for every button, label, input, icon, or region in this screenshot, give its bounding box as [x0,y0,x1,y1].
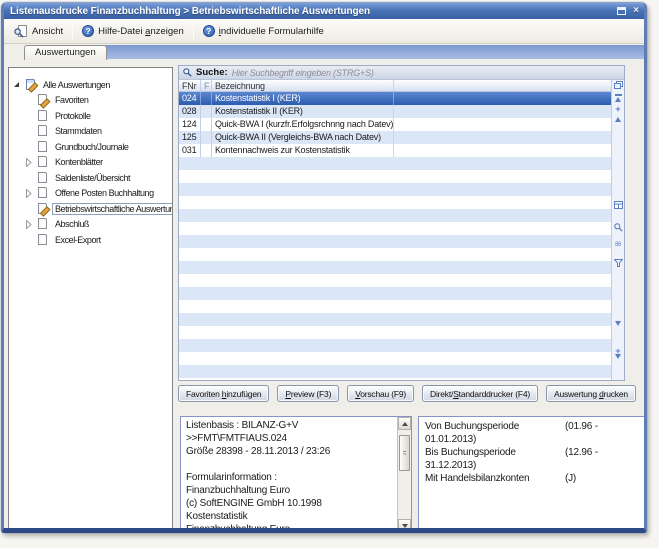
help-file-button[interactable]: ? Hilfe-Datei anzeigen [76,23,190,39]
scroll-down-icon[interactable] [615,326,621,344]
info-panel-scrollbar[interactable] [397,417,411,532]
grid-empty-rows [179,157,611,380]
content-area: Alle Auswertungen Favoriten Protokolle S… [4,60,644,533]
tree-item-stammdaten[interactable]: Stammdaten [9,124,172,140]
form-help-label: individuelle Formularhilfe [219,26,324,37]
tab-auswertungen[interactable]: Auswertungen [24,45,107,60]
info-line [186,458,393,471]
search-bar[interactable]: Suche: Hier Suchbegriff eingeben (STRG+S… [179,66,624,80]
document-edit-icon [37,94,48,106]
info-line: Listenbasis : BILANZ-G+V [186,419,393,432]
title-bar[interactable]: Listenausdrucke Finanzbuchhaltung > Betr… [4,3,644,19]
document-edit-icon [37,203,48,215]
tab-strip: Auswertungen [4,44,644,60]
filter-icon[interactable] [614,254,623,272]
toolbar-separator [193,23,194,39]
folder-edit-icon [25,79,36,91]
search-label: Suche: [196,67,228,78]
toolbar: Ansicht ? Hilfe-Datei anzeigen ? individ… [4,19,644,44]
search-input[interactable]: Hier Suchbegriff eingeben (STRG+S) [232,68,374,78]
info-line: >>FMT\FMTFIAUS.024 [186,432,393,445]
print-report-button[interactable]: Auswertung drucken [546,385,636,402]
tree-item-abschluss[interactable]: Abschluß [9,217,172,233]
info-line: Formularinformation : [186,471,393,484]
info-line: Kostenstatistik [186,510,393,523]
scroll-up-icon[interactable] [615,117,621,122]
document-icon [37,187,48,199]
table-row[interactable]: 024 Kostenstatistik I (KER) [179,92,611,105]
table-row[interactable]: 124 Quick-BWA I (kurzfr.Erfolgsrchnng na… [179,118,611,131]
document-icon [37,234,48,246]
ansicht-label: Ansicht [32,26,63,37]
category-tree: Alle Auswertungen Favoriten Protokolle S… [8,67,173,531]
expander-closed-icon[interactable] [26,158,32,167]
info-line: Größe 28398 - 28.11.2013 / 23:26 [186,445,393,458]
scrollbar-thumb[interactable] [399,435,410,471]
document-icon [37,125,48,137]
list-info-panel: Listenbasis : BILANZ-G+V >>FMT\FMTFIAUS.… [180,416,412,533]
help-icon: ? [203,25,215,37]
direct-printer-f4-button[interactable]: Direkt/Standarddrucker (F4) [422,385,538,402]
scroll-to-top-icon[interactable] [615,94,622,102]
app-window: Listenausdrucke Finanzbuchhaltung > Betr… [1,2,647,533]
info-line: (c) SoftENGINE GmbH 10.1998 [186,497,393,510]
restore-icon[interactable] [617,7,626,15]
info-line: Finanzbuchhaltung Euro [186,484,393,497]
expander-open-icon[interactable] [14,82,19,87]
grid-header[interactable]: FNr F Bezeichnung [179,80,611,92]
parameter-row: Mit Handelsbilanzkonten(J) [425,472,641,485]
tree-item-protokolle[interactable]: Protokolle [9,108,172,124]
close-icon[interactable]: × [633,7,639,15]
ansicht-button[interactable]: Ansicht [8,23,69,40]
add-favorites-button[interactable]: Favoriten hinzufügen [178,385,269,402]
tree-item-kontenblaetter[interactable]: Kontenblätter [9,155,172,171]
expander-closed-icon[interactable] [26,220,32,229]
scroll-to-bottom-icon[interactable] [615,359,621,377]
grid-view-icon[interactable] [614,196,623,214]
document-icon [37,156,48,168]
search-icon [183,68,192,77]
form-help-button[interactable]: ? individuelle Formularhilfe [197,23,330,39]
grid-side-toolbar: + 86 [611,80,624,380]
document-icon [37,110,48,122]
parameter-panel: Von Buchungsperiode(01.96 - 01.01.2013) … [418,416,647,533]
column-header-f[interactable]: F [201,80,212,91]
column-header-empty [394,80,611,91]
tree-item-grundbuch-journale[interactable]: Grundbuch/Journale [9,139,172,155]
tree-item-alle-auswertungen[interactable]: Alle Auswertungen [9,77,172,93]
preview-f3-button[interactable]: Preview (F3) [277,385,339,402]
toolbar-separator [72,23,73,39]
preview-magnifier-icon [14,25,28,38]
column-header-bezeichnung[interactable]: Bezeichnung [212,80,394,91]
document-icon [37,141,48,153]
table-row[interactable]: 028 Kostenstatistik II (KER) [179,105,611,118]
window-title: Listenausdrucke Finanzbuchhaltung > Betr… [10,6,370,17]
tree-item-favoriten[interactable]: Favoriten [9,93,172,109]
insert-row-icon[interactable]: + [615,106,620,113]
help-file-label: Hilfe-Datei anzeigen [98,26,184,37]
table-row[interactable]: 125 Quick-BWA II (Vergleichs-BWA nach Da… [179,131,611,144]
vorschau-f9-button[interactable]: Vorschau (F9) [347,385,414,402]
sort-icon[interactable]: 86 [615,242,621,249]
document-icon [37,218,48,230]
report-grid: Suche: Hier Suchbegriff eingeben (STRG+S… [178,65,625,381]
scroll-up-icon[interactable] [398,417,411,430]
help-icon: ? [82,25,94,37]
tree-item-excel-export[interactable]: Excel-Export [9,232,172,248]
tab-band [101,45,644,59]
zoom-icon[interactable] [614,219,623,237]
action-button-bar: Favoriten hinzufügen Preview (F3) Vorsch… [178,385,636,402]
column-header-fnr[interactable]: FNr [179,80,201,91]
parameter-row: Bis Buchungsperiode(12.96 - 31.12.2013) [425,446,641,472]
document-icon [37,172,48,184]
column-chooser-icon[interactable] [614,81,623,90]
tree-item-betriebswirtschaftliche-auswertungen[interactable]: Betriebswirtschaftliche Auswertungen [9,201,172,217]
tree-item-offene-posten[interactable]: Offene Posten Buchhaltung [9,186,172,202]
tree-item-saldenliste[interactable]: Saldenliste/Übersicht [9,170,172,186]
table-row[interactable]: 031 Kontennachweis zur Kostenstatistik [179,144,611,157]
parameter-row: Von Buchungsperiode(01.96 - 01.01.2013) [425,420,641,446]
scroll-down-icon[interactable] [398,519,411,532]
info-line: Finanzbuchhaltung Euro [186,523,393,533]
expander-closed-icon[interactable] [26,189,32,198]
